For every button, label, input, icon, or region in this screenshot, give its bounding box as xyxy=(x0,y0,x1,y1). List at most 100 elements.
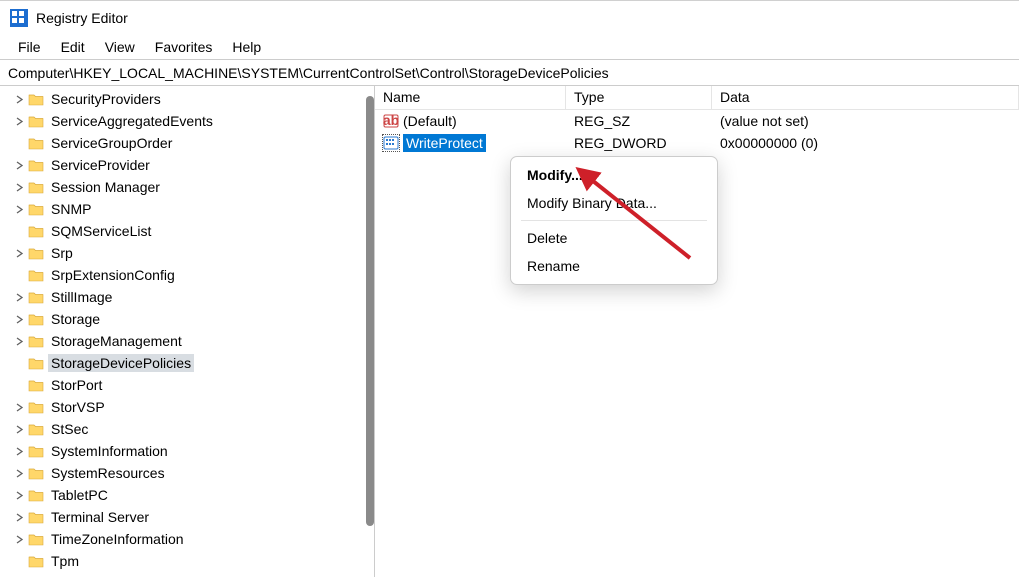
title-bar: Registry Editor xyxy=(0,1,1019,35)
tree-item-label: SecurityProviders xyxy=(48,90,164,108)
value-type: REG_DWORD xyxy=(566,134,712,152)
tree-item[interactable]: SystemResources xyxy=(0,462,374,484)
chevron-right-icon[interactable] xyxy=(14,402,25,413)
tree-item[interactable]: Session Manager xyxy=(0,176,374,198)
context-menu-separator xyxy=(521,220,707,221)
folder-icon xyxy=(28,466,44,480)
tree-item[interactable]: TabletPC xyxy=(0,484,374,506)
registry-editor-icon xyxy=(10,9,28,27)
tree-item[interactable]: ServiceGroupOrder xyxy=(0,132,374,154)
menu-view[interactable]: View xyxy=(95,36,145,58)
folder-icon xyxy=(28,488,44,502)
tree-item[interactable]: StillImage xyxy=(0,286,374,308)
chevron-right-icon[interactable] xyxy=(14,336,25,347)
folder-icon xyxy=(28,312,44,326)
column-header-type[interactable]: Type xyxy=(566,86,712,109)
tree-panel: SecurityProviders ServiceAggregatedEvents… xyxy=(0,86,375,577)
reg-dword-icon xyxy=(383,135,399,151)
tree-item-label: SQMServiceList xyxy=(48,222,154,240)
tree-item[interactable]: TimeZoneInformation xyxy=(0,528,374,550)
tree-item[interactable]: ServiceAggregatedEvents xyxy=(0,110,374,132)
folder-icon xyxy=(28,510,44,524)
tree-item[interactable]: SecurityProviders xyxy=(0,88,374,110)
value-row[interactable]: WriteProtectREG_DWORD0x00000000 (0) xyxy=(375,132,1019,154)
context-menu-rename[interactable]: Rename xyxy=(511,252,717,280)
tree-item-label: ServiceAggregatedEvents xyxy=(48,112,216,130)
tree-item[interactable]: SystemInformation xyxy=(0,440,374,462)
tree-item[interactable]: SQMServiceList xyxy=(0,220,374,242)
tree-item[interactable]: SrpExtensionConfig xyxy=(0,264,374,286)
tree-item[interactable]: StorageManagement xyxy=(0,330,374,352)
tree-item-label: TimeZoneInformation xyxy=(48,530,187,548)
menu-bar: File Edit View Favorites Help xyxy=(0,35,1019,60)
chevron-right-icon[interactable] xyxy=(14,490,25,501)
column-header-name[interactable]: Name xyxy=(375,86,566,109)
folder-icon xyxy=(28,136,44,150)
scrollbar[interactable] xyxy=(364,86,374,552)
context-menu-modify[interactable]: Modify... xyxy=(511,161,717,189)
folder-icon xyxy=(28,246,44,260)
value-data: (value not set) xyxy=(712,112,1019,130)
chevron-right-icon[interactable] xyxy=(14,424,25,435)
chevron-right-icon[interactable] xyxy=(14,204,25,215)
chevron-right-icon[interactable] xyxy=(14,116,25,127)
tree-item-label: StSec xyxy=(48,420,91,438)
menu-file[interactable]: File xyxy=(8,36,51,58)
chevron-right-icon[interactable] xyxy=(14,94,25,105)
registry-tree[interactable]: SecurityProviders ServiceAggregatedEvents… xyxy=(0,86,374,572)
tree-item[interactable]: StorVSP xyxy=(0,396,374,418)
folder-icon xyxy=(28,202,44,216)
chevron-right-icon[interactable] xyxy=(14,534,25,545)
chevron-right-icon[interactable] xyxy=(14,182,25,193)
folder-icon xyxy=(28,92,44,106)
menu-help[interactable]: Help xyxy=(222,36,271,58)
window-title: Registry Editor xyxy=(36,10,128,26)
chevron-right-icon[interactable] xyxy=(14,292,25,303)
tree-item-label: SNMP xyxy=(48,200,94,218)
tree-item-label: TabletPC xyxy=(48,486,111,504)
tree-item[interactable]: Terminal Server xyxy=(0,506,374,528)
tree-item-label: SrpExtensionConfig xyxy=(48,266,178,284)
chevron-right-icon[interactable] xyxy=(14,446,25,457)
address-bar[interactable]: Computer\HKEY_LOCAL_MACHINE\SYSTEM\Curre… xyxy=(0,60,1019,86)
menu-edit[interactable]: Edit xyxy=(51,36,95,58)
tree-item-label: ServiceProvider xyxy=(48,156,153,174)
tree-item-label: StorVSP xyxy=(48,398,108,416)
chevron-right-icon[interactable] xyxy=(14,468,25,479)
scrollbar-thumb[interactable] xyxy=(366,96,374,526)
value-type: REG_SZ xyxy=(566,112,712,130)
folder-icon xyxy=(28,532,44,546)
folder-icon xyxy=(28,268,44,282)
folder-icon xyxy=(28,554,44,568)
menu-favorites[interactable]: Favorites xyxy=(145,36,223,58)
folder-icon xyxy=(28,356,44,370)
tree-item[interactable]: Srp xyxy=(0,242,374,264)
chevron-right-icon[interactable] xyxy=(14,314,25,325)
folder-icon xyxy=(28,378,44,392)
context-menu-delete[interactable]: Delete xyxy=(511,224,717,252)
tree-item-label: Srp xyxy=(48,244,76,262)
address-text: Computer\HKEY_LOCAL_MACHINE\SYSTEM\Curre… xyxy=(8,65,609,81)
tree-item[interactable]: Tpm xyxy=(0,550,374,572)
tree-item[interactable]: SNMP xyxy=(0,198,374,220)
tree-item[interactable]: StSec xyxy=(0,418,374,440)
tree-item[interactable]: ServiceProvider xyxy=(0,154,374,176)
tree-item-label: StillImage xyxy=(48,288,115,306)
tree-item[interactable]: Storage xyxy=(0,308,374,330)
tree-item-label: Tpm xyxy=(48,552,82,570)
column-header-data[interactable]: Data xyxy=(712,86,1019,109)
tree-item-label: SystemInformation xyxy=(48,442,171,460)
chevron-right-icon[interactable] xyxy=(14,248,25,259)
chevron-right-icon[interactable] xyxy=(14,160,25,171)
chevron-right-icon[interactable] xyxy=(14,512,25,523)
context-menu: Modify... Modify Binary Data... Delete R… xyxy=(510,156,718,285)
tree-item-label: Storage xyxy=(48,310,103,328)
values-body: ab(Default)REG_SZ(value not set)WritePro… xyxy=(375,110,1019,154)
tree-item[interactable]: StorageDevicePolicies xyxy=(0,352,374,374)
folder-icon xyxy=(28,290,44,304)
value-row[interactable]: ab(Default)REG_SZ(value not set) xyxy=(375,110,1019,132)
context-menu-modify-binary[interactable]: Modify Binary Data... xyxy=(511,189,717,217)
tree-item[interactable]: StorPort xyxy=(0,374,374,396)
folder-icon xyxy=(28,158,44,172)
folder-icon xyxy=(28,180,44,194)
